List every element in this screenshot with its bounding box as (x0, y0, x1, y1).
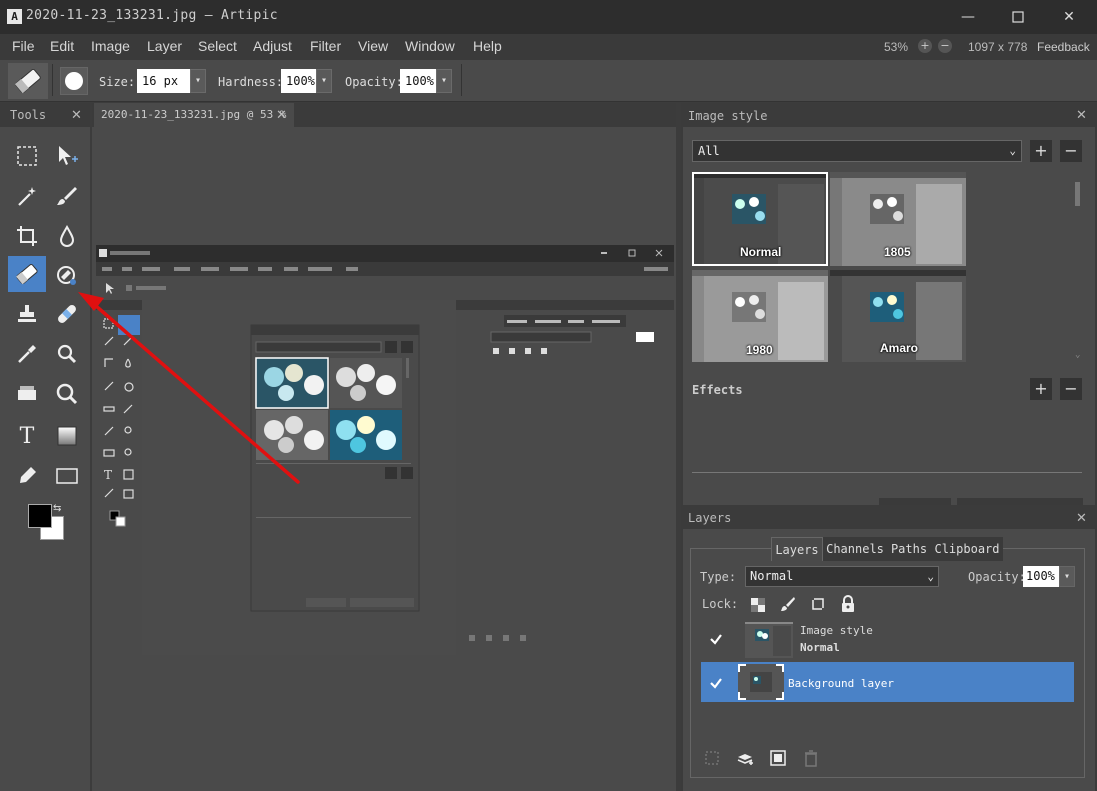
tab-clipboard[interactable]: Clipboard (931, 537, 1003, 561)
remove-style-button[interactable]: − (1060, 140, 1082, 162)
style-list-scrollbar[interactable] (1075, 182, 1080, 206)
layer-name: Image style (800, 624, 873, 637)
style-label-normal: Normal (740, 245, 782, 259)
layers-panel-title: Layers (688, 511, 732, 525)
chevron-down-icon: ⌄ (927, 570, 934, 583)
style-filter-select[interactable]: All ⌄ (692, 140, 1022, 162)
style-thumbnail-1805[interactable]: 1805 (830, 172, 966, 266)
style-action-button[interactable] (879, 498, 951, 505)
checkmark-icon (710, 634, 722, 645)
trash-icon (805, 750, 817, 767)
blend-type-select[interactable]: Normal ⌄ (745, 566, 939, 587)
layer-preview-image (738, 664, 784, 700)
transform-icon (812, 598, 824, 610)
layer-preview-image (755, 626, 791, 656)
lock-all-button[interactable] (840, 595, 856, 613)
layer-mask-button[interactable] (769, 749, 787, 767)
delete-layer-button[interactable] (803, 749, 819, 767)
chevron-down-icon: ⌄ (1009, 144, 1016, 157)
layer-opacity-dropdown[interactable]: ▾ (1059, 566, 1075, 587)
new-selection-layer-button[interactable] (704, 750, 720, 766)
remove-effect-button[interactable]: − (1060, 378, 1082, 400)
style-thumbnail-amaro[interactable]: Amaro (830, 270, 966, 362)
mask-icon (770, 750, 786, 766)
brush-icon (781, 597, 795, 611)
new-layer-button[interactable] (736, 749, 754, 767)
style-thumbnail-1980[interactable]: 1980 (692, 270, 828, 362)
lock-icon (842, 595, 854, 612)
layers-close-icon[interactable]: ✕ (1076, 511, 1087, 526)
style-label-amaro: Amaro (880, 341, 919, 355)
style-action-button[interactable] (957, 498, 1083, 505)
style-thumbnail-normal[interactable]: Normal (692, 172, 828, 266)
lock-label: Lock: (702, 597, 739, 611)
effects-divider (692, 472, 1082, 473)
layer-visibility-checkbox[interactable] (709, 675, 723, 689)
checkmark-icon (710, 678, 722, 689)
layers-header (681, 507, 1097, 529)
chevron-down-icon: ▾ (1063, 571, 1071, 582)
layers-stack-icon (737, 754, 753, 765)
style-label-1980: 1980 (746, 343, 773, 357)
checkerboard-icon (751, 598, 765, 612)
layer-opacity-input[interactable]: 100% (1023, 566, 1059, 587)
lock-transparency-button[interactable] (751, 597, 765, 612)
layer-sub: Normal (800, 641, 840, 654)
dashed-square-icon (705, 751, 719, 765)
style-label-1805: 1805 (884, 245, 911, 259)
layer-thumbnail (745, 622, 793, 658)
tab-layers[interactable]: Layers (771, 537, 823, 561)
effects-label: Effects (692, 383, 743, 397)
layer-thumbnail (738, 664, 784, 700)
style-filter-value: All (698, 144, 720, 158)
blend-type-value: Normal (750, 569, 794, 583)
lock-position-button[interactable] (810, 596, 826, 612)
layer-opacity-label: Opacity: (968, 570, 1026, 584)
tab-channels[interactable]: Channels (823, 537, 887, 561)
image-style-title: Image style (688, 109, 768, 123)
lock-pixels-button[interactable] (780, 596, 796, 612)
tab-paths[interactable]: Paths (887, 537, 931, 561)
type-label: Type: (700, 570, 737, 584)
layer-name: Background layer (788, 677, 894, 690)
layer-visibility-checkbox[interactable] (709, 631, 723, 645)
add-effect-button[interactable]: + (1030, 378, 1052, 400)
image-style-close-icon[interactable]: ✕ (1076, 108, 1087, 123)
arrow-shaft (94, 304, 300, 484)
scroll-down-icon[interactable]: ⌄ (1075, 350, 1080, 360)
add-style-button[interactable]: + (1030, 140, 1052, 162)
